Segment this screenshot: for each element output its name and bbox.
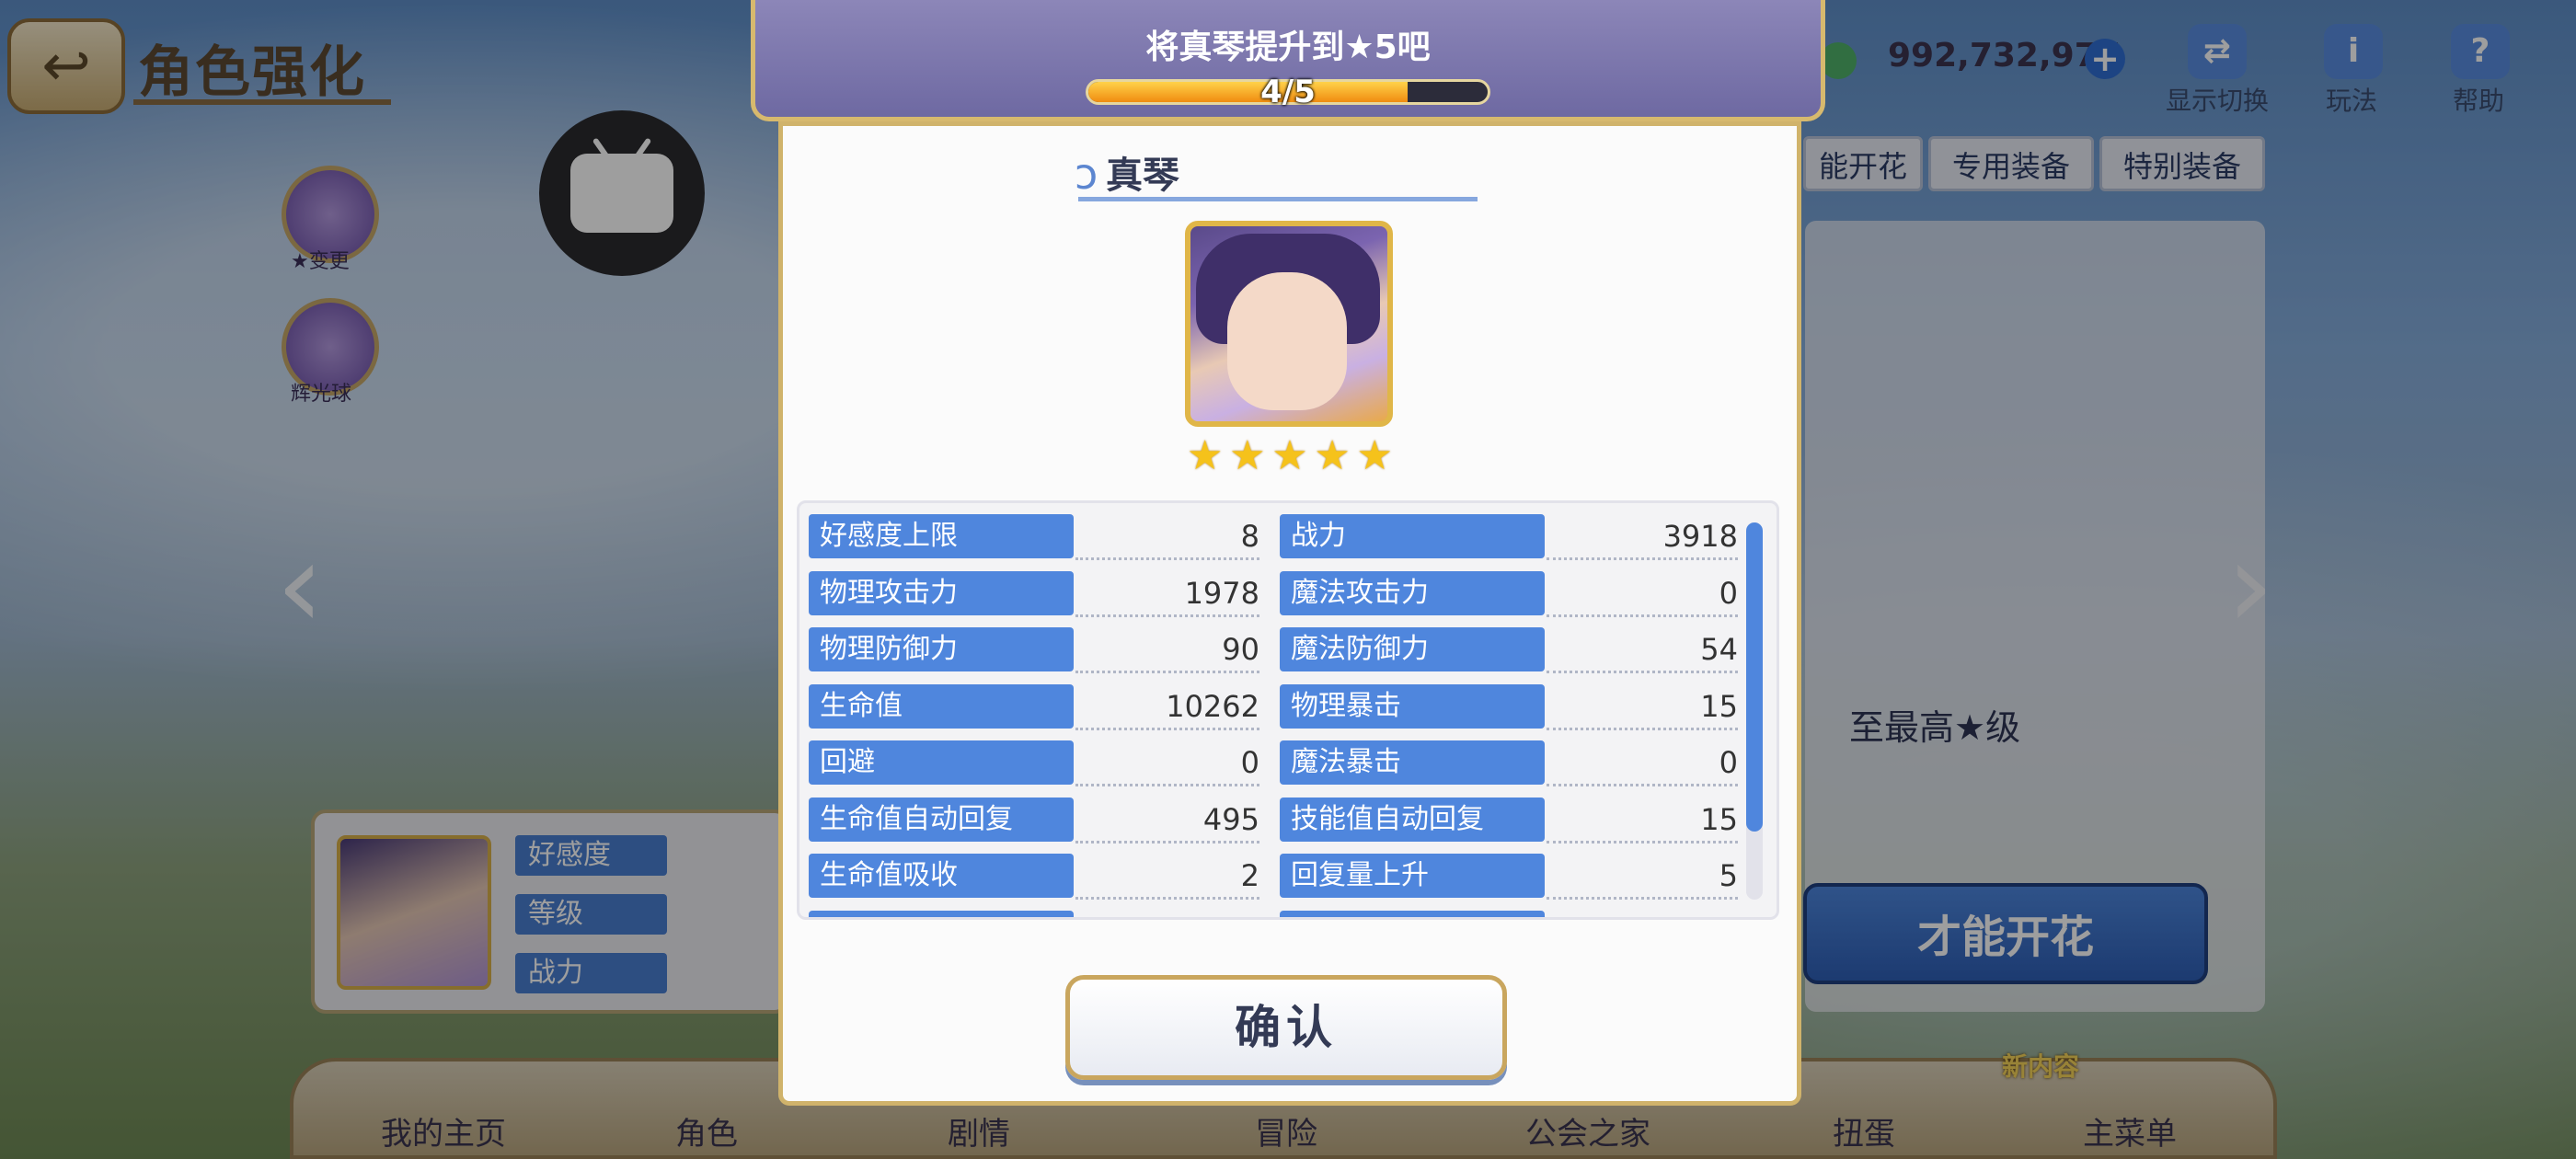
stat-row: 魔法暴击 0 xyxy=(1280,740,1738,786)
stat-divider xyxy=(1547,557,1738,560)
stat-row: 物理暴击 15 xyxy=(1280,683,1738,730)
stat-value: 0 xyxy=(1240,745,1259,780)
stat-label: 技能值自动回复 xyxy=(1280,797,1545,842)
stat-label: 物理暴击 xyxy=(1280,683,1545,729)
stat-label: 回复量上升 xyxy=(1280,854,1545,898)
stat-divider xyxy=(1547,784,1738,786)
stat-row-clipped xyxy=(1280,910,1738,917)
stat-row: 回复量上升 5 xyxy=(1280,854,1738,900)
stat-label: 物理防御力 xyxy=(809,627,1074,671)
stats-panel: 好感度上限 8 战力 3918 物理攻击力 1978 魔法攻击力 0 物理防御力 90 魔法防御力 5… xyxy=(797,500,1779,920)
stat-value: 10262 xyxy=(1166,688,1259,724)
stat-row: 技能值自动回复 15 xyxy=(1280,797,1738,843)
stat-label: 魔法暴击 xyxy=(1280,740,1545,785)
stat-divider xyxy=(1075,557,1259,560)
stat-value: 90 xyxy=(1222,632,1259,667)
stat-label xyxy=(809,910,1074,917)
stat-label: 回避 xyxy=(809,740,1074,785)
star-icon: ★ xyxy=(1356,432,1393,479)
star-progress-text: 4/5 xyxy=(1260,74,1316,110)
stat-value: 15 xyxy=(1700,801,1738,837)
stat-value: 2 xyxy=(1240,858,1259,893)
stat-divider xyxy=(1547,897,1738,900)
stat-value: 0 xyxy=(1719,575,1738,611)
stat-row: 生命值自动回复 495 xyxy=(809,797,1259,843)
stat-value: 15 xyxy=(1700,688,1738,724)
stat-value: 8 xyxy=(1240,519,1259,554)
star-icon: ★ xyxy=(1187,432,1224,479)
stat-value: 495 xyxy=(1202,801,1259,837)
stats-scrollbar-thumb[interactable] xyxy=(1746,522,1763,832)
stat-divider xyxy=(1075,671,1259,673)
stat-label: 生命值自动回复 xyxy=(809,797,1074,842)
stat-value: 0 xyxy=(1719,745,1738,780)
stat-divider xyxy=(1547,614,1738,617)
star-rating: ★ ★ ★ ★ ★ xyxy=(1187,432,1393,479)
stat-row: 好感度上限 8 xyxy=(809,514,1259,560)
stat-label: 物理攻击力 xyxy=(809,570,1074,615)
confirm-button[interactable]: 确认 xyxy=(1065,975,1507,1080)
star-icon: ★ xyxy=(1314,432,1351,479)
star-icon: ★ xyxy=(1271,432,1308,479)
stat-value: 3918 xyxy=(1662,519,1738,554)
stat-label: 战力 xyxy=(1280,514,1545,558)
stat-row: 生命值吸收 2 xyxy=(809,854,1259,900)
stat-divider xyxy=(1547,840,1738,843)
name-underline xyxy=(1078,197,1478,201)
stat-divider xyxy=(1547,671,1738,673)
stat-divider xyxy=(1075,897,1259,900)
stat-row-clipped xyxy=(809,910,1259,917)
stat-row: 生命值 10262 xyxy=(809,683,1259,730)
stat-label xyxy=(1280,910,1545,917)
stat-row: 物理攻击力 1978 xyxy=(809,570,1259,617)
stat-label: 魔法防御力 xyxy=(1280,627,1545,671)
stat-divider xyxy=(1547,727,1738,730)
stat-row: 魔法攻击力 0 xyxy=(1280,570,1738,617)
stat-value: 54 xyxy=(1700,632,1738,667)
stat-label: 生命值 xyxy=(809,683,1074,729)
stat-value: 1978 xyxy=(1184,575,1259,611)
stat-row: 回避 0 xyxy=(809,740,1259,786)
stat-divider xyxy=(1075,840,1259,843)
stat-divider xyxy=(1075,727,1259,730)
stat-label: 魔法攻击力 xyxy=(1280,570,1545,615)
stat-row: 魔法防御力 54 xyxy=(1280,627,1738,673)
character-portrait xyxy=(1185,221,1393,427)
stat-label: 好感度上限 xyxy=(809,514,1074,558)
star-icon: ★ xyxy=(1229,432,1266,479)
stat-value: 5 xyxy=(1719,858,1738,893)
stat-row: 战力 3918 xyxy=(1280,514,1738,560)
stat-divider xyxy=(1075,784,1259,786)
stat-divider xyxy=(1075,614,1259,617)
character-name: 真琴 xyxy=(1106,155,1179,197)
name-ornament-icon: ↄ xyxy=(1075,149,1098,199)
stat-row: 物理防御力 90 xyxy=(809,627,1259,673)
dialog-header-text: 将真琴提升到★5吧 xyxy=(1145,29,1431,66)
stat-label: 生命值吸收 xyxy=(809,854,1074,898)
